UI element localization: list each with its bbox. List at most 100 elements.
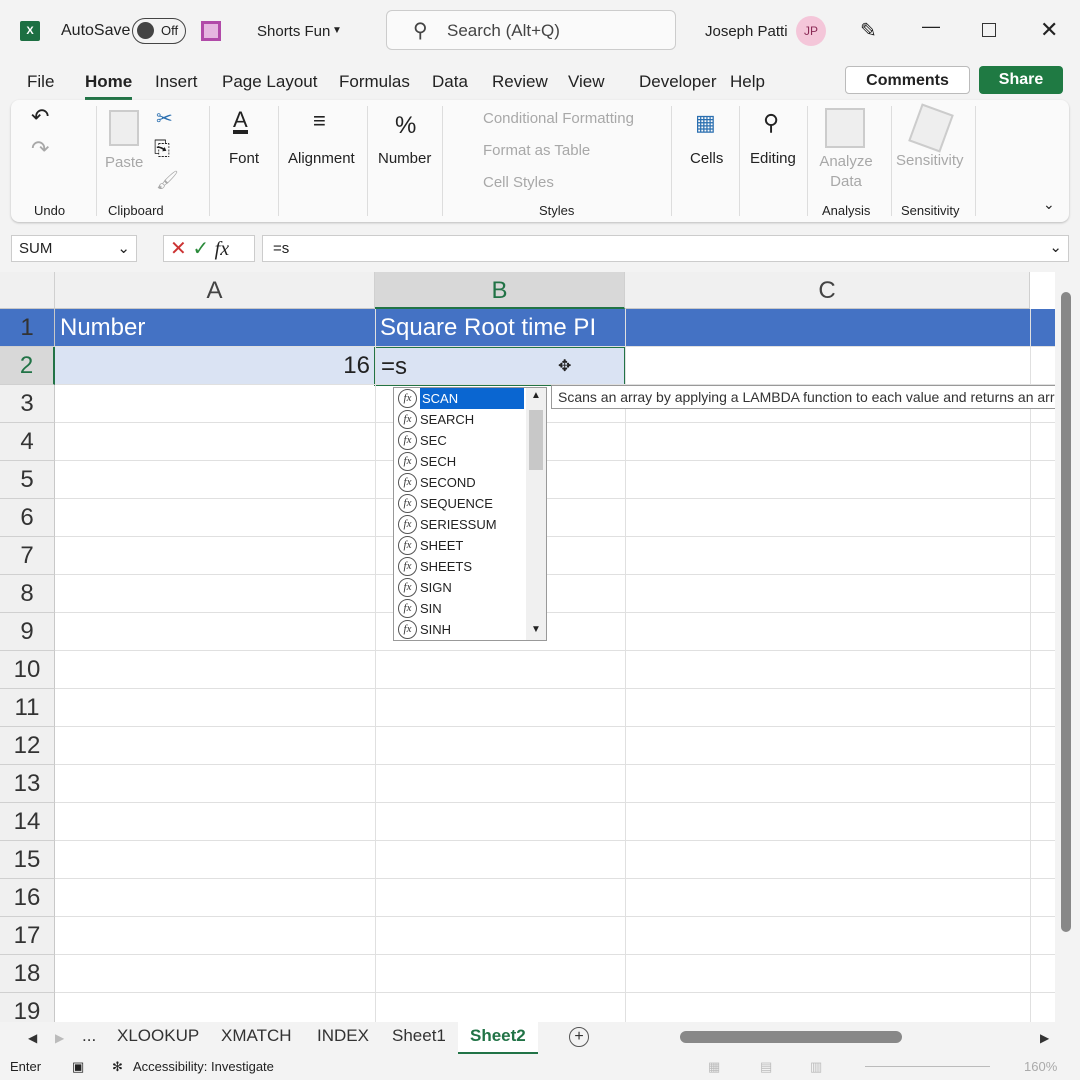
more-sheets[interactable]: ...	[82, 1026, 96, 1046]
analyze-data-button[interactable]: Analyze Data	[819, 152, 873, 192]
cell-a1[interactable]: Number	[55, 309, 375, 347]
tab-formulas[interactable]: Formulas	[339, 72, 410, 92]
autocomplete-item[interactable]: fx SERIESSUM	[394, 514, 526, 535]
avatar[interactable]: JP	[796, 16, 826, 46]
row-header-6[interactable]: 6	[0, 499, 55, 537]
prev-sheet-icon[interactable]: ◀	[28, 1031, 37, 1045]
autocomplete-item[interactable]: fx SHEETS	[394, 556, 526, 577]
tab-home[interactable]: Home	[85, 72, 133, 100]
row-header-8[interactable]: 8	[0, 575, 55, 613]
page-break-icon[interactable]: ▥	[810, 1059, 822, 1075]
number-button[interactable]: Number	[378, 150, 431, 167]
tab-review[interactable]: Review	[492, 72, 548, 92]
tab-help[interactable]: Help	[730, 72, 765, 92]
tab-file[interactable]: File	[27, 72, 54, 92]
row-header-2[interactable]: 2	[0, 347, 55, 385]
macro-icon[interactable]: ▣	[72, 1059, 84, 1075]
row-header-17[interactable]: 17	[0, 917, 55, 955]
cells-button[interactable]: Cells	[690, 150, 723, 167]
tab-insert[interactable]: Insert	[155, 72, 198, 92]
row-header-1[interactable]: 1	[0, 309, 55, 347]
row-header-11[interactable]: 11	[0, 689, 55, 727]
sheet-tab-xlookup[interactable]: XLOOKUP	[117, 1026, 199, 1046]
tab-data[interactable]: Data	[432, 72, 468, 92]
zoom-level[interactable]: 160%	[1024, 1059, 1057, 1074]
column-header-c[interactable]: C	[625, 272, 1030, 309]
sensitivity-button[interactable]: Sensitivity	[896, 152, 964, 169]
paste-button[interactable]: Paste	[105, 154, 143, 171]
insert-function-icon[interactable]: fx	[215, 238, 229, 260]
sheet-tab-sheet1[interactable]: Sheet1	[392, 1026, 446, 1046]
sheet-tab-xmatch[interactable]: XMATCH	[221, 1026, 292, 1046]
autocomplete-item[interactable]: fx SEC	[394, 430, 526, 451]
cancel-icon[interactable]: ✕	[170, 238, 187, 260]
autocomplete-list[interactable]: ▲ ▼ fx SCAN fx SEARCH fx SEC fx SECH fx SECOND fx S…	[393, 387, 547, 641]
formula-input[interactable]: =s ⌄	[262, 235, 1069, 262]
tab-page-layout[interactable]: Page Layout	[222, 72, 317, 92]
row-header-10[interactable]: 10	[0, 651, 55, 689]
tab-developer[interactable]: Developer	[639, 72, 717, 92]
row-header-14[interactable]: 14	[0, 803, 55, 841]
alignment-button[interactable]: Alignment	[288, 150, 355, 167]
row-header-16[interactable]: 16	[0, 879, 55, 917]
page-layout-icon[interactable]: ▤	[760, 1059, 772, 1075]
enter-icon[interactable]: ✓	[192, 238, 209, 260]
close-icon[interactable]: ✕	[1040, 17, 1058, 43]
column-header-b[interactable]: B	[375, 272, 625, 309]
autocomplete-item[interactable]: fx SECH	[394, 451, 526, 472]
cell-b1[interactable]: Square Root time PI	[375, 309, 625, 347]
chevron-down-icon[interactable]: ▼	[332, 25, 342, 36]
editing-button[interactable]: Editing	[750, 150, 796, 167]
font-button[interactable]: Font	[229, 150, 259, 167]
search-input[interactable]: ⚲ Search (Alt+Q)	[386, 10, 676, 50]
comments-button[interactable]: Comments	[845, 66, 970, 94]
autocomplete-item[interactable]: fx SIGN	[394, 577, 526, 598]
scrollbar[interactable]: ▲ ▼	[526, 388, 546, 640]
autocomplete-item[interactable]: fx SIN	[394, 598, 526, 619]
tab-view[interactable]: View	[568, 72, 605, 92]
row-header-4[interactable]: 4	[0, 423, 55, 461]
expand-formula-icon[interactable]: ⌄	[1049, 238, 1062, 256]
row-header-15[interactable]: 15	[0, 841, 55, 879]
sheet-tab-sheet2[interactable]: Sheet2	[458, 1022, 538, 1054]
cell-b2-active[interactable]: =s	[374, 346, 626, 386]
select-all[interactable]	[0, 272, 55, 309]
maximize-icon[interactable]	[982, 23, 996, 37]
autocomplete-item[interactable]: fx SEQUENCE	[394, 493, 526, 514]
normal-view-icon[interactable]: ▦	[708, 1059, 720, 1075]
conditional-formatting-button[interactable]: Conditional Formatting	[483, 110, 634, 127]
scroll-thumb[interactable]	[529, 410, 543, 470]
cell-styles-button[interactable]: Cell Styles	[483, 174, 554, 191]
format-as-table-button[interactable]: Format as Table	[483, 142, 590, 159]
row-header-3[interactable]: 3	[0, 385, 55, 423]
user-name[interactable]: Joseph Patti	[705, 23, 788, 40]
scroll-down-icon[interactable]: ▼	[531, 624, 541, 635]
column-header-a[interactable]: A	[55, 272, 375, 309]
pen-icon[interactable]: ✎	[860, 18, 877, 43]
filename[interactable]: Shorts Fun	[257, 23, 330, 40]
undo-icon[interactable]: ↶	[31, 104, 49, 130]
sheet-tab-index[interactable]: INDEX	[317, 1026, 369, 1046]
save-icon[interactable]	[201, 21, 221, 41]
share-button[interactable]: Share	[979, 66, 1063, 94]
cut-icon[interactable]: ✂	[156, 106, 173, 131]
row-header-18[interactable]: 18	[0, 955, 55, 993]
row-header-9[interactable]: 9	[0, 613, 55, 651]
autocomplete-item[interactable]: fx SHEET	[394, 535, 526, 556]
row-header-5[interactable]: 5	[0, 461, 55, 499]
vertical-scroll-thumb[interactable]	[1061, 292, 1071, 932]
row-header-7[interactable]: 7	[0, 537, 55, 575]
row-header-13[interactable]: 13	[0, 765, 55, 803]
horizontal-scroll-thumb[interactable]	[680, 1031, 902, 1043]
autocomplete-item[interactable]: fx SINH	[394, 619, 526, 640]
autocomplete-item[interactable]: fx SECOND	[394, 472, 526, 493]
zoom-slider[interactable]	[865, 1066, 990, 1067]
autocomplete-item[interactable]: fx SCAN	[394, 388, 526, 409]
autocomplete-item[interactable]: fx SEARCH	[394, 409, 526, 430]
vertical-scrollbar[interactable]	[1055, 272, 1080, 1022]
row-header-19[interactable]: 19	[0, 993, 55, 1022]
autosave-toggle[interactable]: Off	[132, 18, 186, 44]
cell-a2[interactable]: 16	[55, 347, 375, 385]
add-sheet-icon[interactable]: +	[569, 1027, 589, 1047]
ribbon-collapse-icon[interactable]: ⌄	[1043, 196, 1055, 213]
